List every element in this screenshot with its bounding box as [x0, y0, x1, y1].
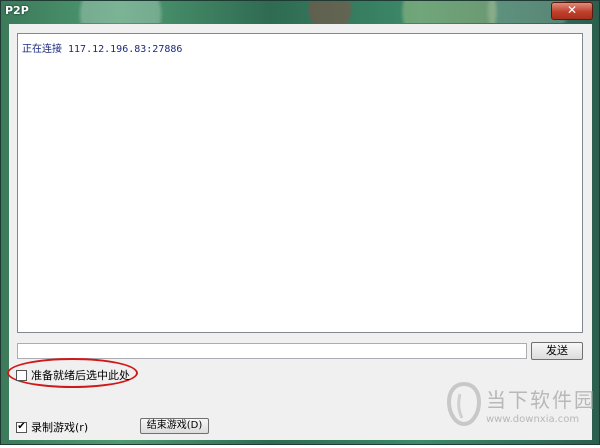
- close-icon: ✕: [566, 3, 578, 17]
- record-checkbox-label: 录制游戏(r): [31, 421, 89, 434]
- title-bar-decoration: [1, 1, 599, 23]
- close-button[interactable]: ✕: [551, 2, 593, 20]
- window-title: P2P: [5, 4, 29, 17]
- message-log[interactable]: 正在连接 117.12.196.83:27886: [17, 33, 583, 333]
- record-checkbox[interactable]: ✔: [16, 421, 27, 433]
- ready-checkbox-label: 准备就绪后选中此处: [31, 369, 130, 382]
- watermark-brand: 当下软件园: [486, 388, 596, 412]
- chat-input[interactable]: [17, 343, 527, 359]
- p2p-window: P2P ✕ 正在连接 117.12.196.83:27886 发送 准备就绪后选…: [0, 0, 600, 445]
- ready-checkbox[interactable]: [16, 369, 27, 381]
- window-client-area: 正在连接 117.12.196.83:27886 发送 准备就绪后选中此处 ✔ …: [7, 24, 594, 440]
- downxia-logo-icon: [446, 382, 482, 426]
- send-button[interactable]: 发送: [531, 342, 583, 360]
- title-bar[interactable]: P2P ✕: [1, 1, 599, 23]
- watermark: 当下软件园 www.downxia.com: [446, 378, 596, 448]
- record-checkbox-row[interactable]: ✔ 录制游戏(r): [16, 419, 88, 435]
- log-line: 正在连接 117.12.196.83:27886: [22, 44, 183, 55]
- ready-checkbox-row[interactable]: 准备就绪后选中此处: [16, 367, 130, 383]
- watermark-url: www.downxia.com: [486, 414, 580, 425]
- checkmark-icon: ✔: [17, 421, 26, 432]
- end-game-button[interactable]: 结束游戏(D): [140, 418, 209, 434]
